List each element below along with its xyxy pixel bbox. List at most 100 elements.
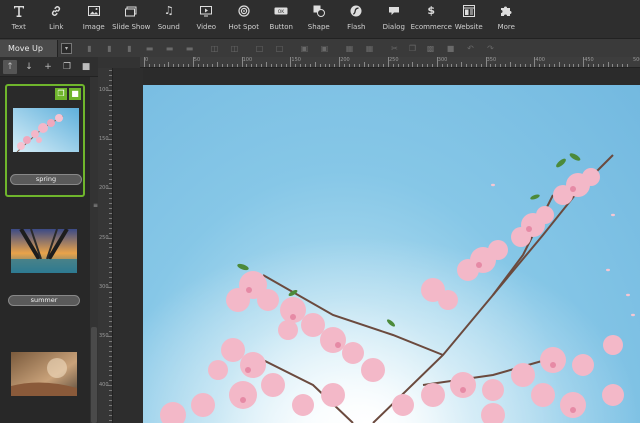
ruler-tick — [109, 355, 112, 357]
ruler-tick — [388, 57, 389, 67]
move-up-tab[interactable]: Move Up — [0, 40, 58, 58]
ruler-tick — [485, 57, 487, 67]
ruler-label: 200 — [340, 57, 350, 63]
toolbar-button-button[interactable]: OK Button — [263, 0, 301, 38]
toolbar-slideshow-button[interactable]: Slide Show — [112, 0, 150, 38]
same-height-icon[interactable]: □ — [275, 44, 284, 53]
panel-resize-handle[interactable]: ≡ — [93, 202, 98, 212]
cut-icon[interactable]: ✂ — [390, 44, 399, 53]
website-icon — [462, 4, 476, 18]
align-middle-icon[interactable]: ▬ — [165, 44, 174, 53]
ruler-tick — [285, 64, 287, 67]
ruler-tick — [261, 64, 263, 67]
ruler-tick — [158, 64, 160, 67]
target-icon — [237, 4, 251, 18]
ruler-tick — [334, 64, 336, 67]
align-left-icon[interactable]: ▮ — [85, 44, 94, 53]
insert-toolbar: Text Link Image Slide Show ♫ Sound Video… — [0, 0, 640, 38]
ruler-label: 50 — [193, 57, 201, 63]
slides-scrollbar[interactable] — [90, 77, 98, 423]
ruler-label: 500 — [633, 57, 640, 63]
app-window: Text Link Image Slide Show ♫ Sound Video… — [0, 0, 640, 423]
toolbar-more-button[interactable]: More — [488, 0, 526, 38]
ruler-tick — [500, 64, 502, 67]
slide-actions: ❐ ■ — [55, 88, 81, 100]
align-right-icon[interactable]: ▮ — [125, 44, 134, 53]
stage-canvas[interactable] — [143, 85, 640, 423]
copy-icon[interactable]: ❐ — [408, 44, 417, 53]
copy-slide-icon[interactable]: ❐ — [55, 88, 67, 100]
toolbar-text-button[interactable]: Text — [0, 0, 38, 38]
toolbar-hotspot-button[interactable]: Hot Spot — [225, 0, 263, 38]
add-slide-icon[interactable]: + — [41, 60, 55, 74]
ruler-tick — [109, 85, 112, 87]
align-bottom-icon[interactable]: ▬ — [185, 44, 194, 53]
chevron-down-icon[interactable]: ▾ — [61, 43, 72, 54]
ruler-tick — [222, 64, 224, 67]
slide-thumbnail — [13, 108, 79, 153]
toolbar-dialog-button[interactable]: Dialog — [375, 0, 413, 38]
ruler-tick — [109, 213, 112, 214]
slide-item-3[interactable] — [5, 330, 85, 423]
move-up-icon[interactable]: ↑ — [3, 60, 17, 74]
slide-item-spring[interactable]: ❐ ■ spring — [5, 84, 85, 197]
delete-icon[interactable]: ■ — [446, 44, 455, 53]
ruler-tick — [192, 57, 194, 67]
ruler-tick — [348, 64, 350, 67]
same-width-icon[interactable]: □ — [255, 44, 264, 53]
flash-icon — [349, 4, 363, 18]
ruler-tick — [602, 64, 604, 67]
toolbar-video-button[interactable]: Video — [188, 0, 226, 38]
ruler-tick — [592, 64, 594, 67]
undo-icon[interactable]: ↶ — [466, 44, 475, 53]
group-icon[interactable]: ▦ — [345, 44, 354, 53]
spring-blossom-image — [143, 85, 640, 423]
toolbar-shape-button[interactable]: Shape — [300, 0, 338, 38]
ruler-tick — [109, 80, 112, 82]
toolbar-sound-button[interactable]: ♫ Sound — [150, 0, 188, 38]
ruler-tick — [510, 62, 511, 67]
ruler-tick — [109, 217, 112, 219]
send-back-icon[interactable]: ▣ — [320, 44, 329, 53]
ruler-tick — [109, 350, 112, 352]
ruler-tick — [109, 144, 112, 146]
distribute-horizontal-icon[interactable]: ◫ — [210, 44, 219, 53]
toolbar-website-button[interactable]: Website — [450, 0, 488, 38]
scrollbar-thumb[interactable] — [91, 327, 97, 423]
paste-icon[interactable]: ▩ — [426, 44, 435, 53]
bring-front-icon[interactable]: ▣ — [300, 44, 309, 53]
delete-slide-icon[interactable]: ■ — [69, 88, 81, 100]
toolbar-ecommerce-button[interactable]: $ Ecommerce — [411, 0, 452, 38]
ruler-tick — [109, 163, 112, 165]
slide-label-pill[interactable]: summer — [8, 295, 80, 306]
ruler-tick — [324, 64, 326, 67]
duplicate-slide-icon[interactable]: ❐ — [60, 60, 74, 74]
ruler-tick — [106, 286, 112, 288]
trash-icon[interactable]: ■ — [79, 60, 93, 74]
ruler-tick — [109, 399, 112, 401]
toolbar-image-button[interactable]: Image — [75, 0, 113, 38]
ruler-tick — [612, 64, 614, 67]
redo-icon[interactable]: ↷ — [486, 44, 495, 53]
ruler-tick — [109, 178, 112, 180]
ruler-tick — [319, 64, 321, 67]
align-top-icon[interactable]: ▬ — [145, 44, 154, 53]
slide-item-summer[interactable]: summer — [5, 207, 85, 320]
ruler-tick — [106, 139, 112, 141]
ruler-tick — [422, 64, 424, 67]
ruler-tick — [544, 64, 546, 67]
ruler-tick — [597, 64, 599, 67]
ruler-tick — [300, 64, 302, 67]
ruler-tick — [148, 64, 150, 67]
ruler-tick — [514, 64, 516, 67]
distribute-vertical-icon[interactable]: ◫ — [230, 44, 239, 53]
toolbar-flash-button[interactable]: Flash — [338, 0, 376, 38]
move-down-icon[interactable]: ↓ — [22, 60, 36, 74]
ruler-tick — [109, 75, 112, 77]
align-center-icon[interactable]: ▮ — [105, 44, 114, 53]
toolbar-link-button[interactable]: Link — [38, 0, 76, 38]
slide-label-pill[interactable]: spring — [10, 174, 82, 185]
ruler-tick — [109, 208, 112, 210]
ungroup-icon[interactable]: ▦ — [365, 44, 374, 53]
ruler-tick — [109, 419, 112, 421]
